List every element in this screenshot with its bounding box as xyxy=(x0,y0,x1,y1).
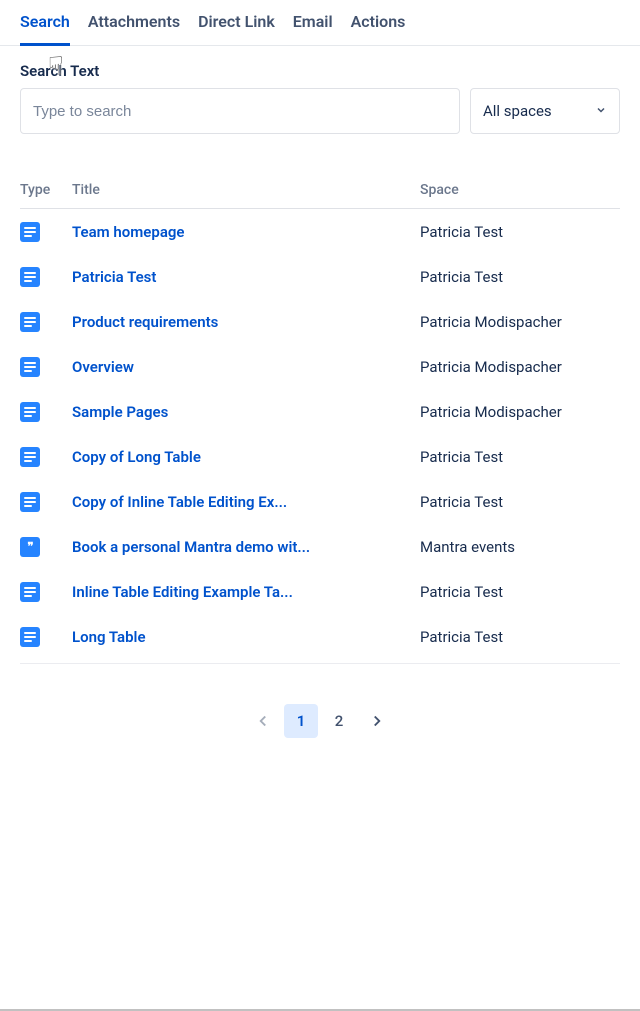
cell-type xyxy=(20,312,72,332)
page-next-button[interactable] xyxy=(360,704,394,738)
cell-type xyxy=(20,582,72,602)
page-icon xyxy=(20,312,40,332)
cell-title: Team homepage xyxy=(72,223,420,241)
cell-type xyxy=(20,447,72,467)
space-text: Patricia Test xyxy=(420,268,503,286)
page-icon xyxy=(20,627,40,647)
title-link[interactable]: Book a personal Mantra demo wit... xyxy=(72,538,410,556)
table-row: Copy of Inline Table Editing Ex... Patric… xyxy=(20,479,620,524)
space-text: Patricia Modispacher xyxy=(420,358,562,376)
tab-actions[interactable]: Actions xyxy=(351,12,406,46)
cell-space: Patricia Modispacher xyxy=(420,402,620,421)
title-link[interactable]: Copy of Inline Table Editing Ex... xyxy=(72,493,410,511)
tab-direct-link[interactable]: Direct Link xyxy=(198,12,275,46)
title-link[interactable]: Product requirements xyxy=(72,313,410,331)
table-row: Sample Pages Patricia Modispacher xyxy=(20,389,620,434)
table-body: Team homepagePatricia TestPatricia TestP… xyxy=(20,209,620,659)
cell-title: Patricia Test xyxy=(72,268,420,286)
header-space: Space xyxy=(420,182,620,198)
blog-icon: ❜❜ xyxy=(20,537,40,557)
space-text: Patricia Test xyxy=(420,223,503,241)
cell-type xyxy=(20,627,72,647)
cell-space: Patricia Modispacher xyxy=(420,312,620,331)
table-row: Product requirements Patricia Modispacher xyxy=(20,299,620,344)
cell-space: Patricia Test xyxy=(420,627,620,646)
chevron-down-icon xyxy=(595,102,607,120)
search-input[interactable] xyxy=(20,88,460,134)
space-text: Patricia Test xyxy=(420,448,503,466)
tab-search[interactable]: Search xyxy=(20,12,70,46)
page-icon xyxy=(20,402,40,422)
cell-space: Patricia Test xyxy=(420,267,620,286)
tab-attachments[interactable]: Attachments xyxy=(88,12,180,46)
table-divider xyxy=(20,663,620,664)
cell-title: Overview xyxy=(72,358,420,376)
cell-title: Copy of Inline Table Editing Ex... xyxy=(72,493,420,511)
page-prev-button[interactable] xyxy=(246,704,280,738)
cell-type xyxy=(20,267,72,287)
search-label: Search Text xyxy=(20,62,620,80)
space-text: Patricia Test xyxy=(420,628,503,646)
header-title: Title xyxy=(72,182,420,198)
cell-title: Long Table xyxy=(72,628,420,646)
cell-title: Product requirements xyxy=(72,313,420,331)
cell-type xyxy=(20,492,72,512)
cell-space: Mantra events xyxy=(420,537,620,556)
title-link[interactable]: Overview xyxy=(72,358,410,376)
title-link[interactable]: Inline Table Editing Example Ta... xyxy=(72,583,410,601)
header-type: Type xyxy=(20,182,72,198)
title-link[interactable]: Sample Pages xyxy=(72,403,410,421)
page-icon xyxy=(20,222,40,242)
table-header: Type Title Space xyxy=(20,182,620,209)
results-table: Type Title Space Team homepage Patricia T… xyxy=(20,182,620,664)
space-filter-select[interactable]: All spaces xyxy=(470,88,620,134)
space-text: Mantra events xyxy=(420,538,515,556)
tab-email[interactable]: Email xyxy=(293,12,333,46)
space-text: Patricia Test xyxy=(420,493,503,511)
space-filter-value: All spaces xyxy=(483,102,552,120)
table-row: ❜❜ Book a personal Mantra demo wit... Mant… xyxy=(20,524,620,569)
search-section: Search Text All spaces xyxy=(0,46,640,142)
pagination: 1 2 xyxy=(0,704,640,738)
cell-space: Patricia Test xyxy=(420,492,620,511)
title-link[interactable]: Long Table xyxy=(72,628,410,646)
title-link[interactable]: Team homepage xyxy=(72,223,410,241)
cell-space: Patricia Modispacher xyxy=(420,357,620,376)
table-row: Long Table Patricia Test xyxy=(20,614,620,659)
page-icon xyxy=(20,357,40,377)
table-row: Copy of Long Table Patricia Test xyxy=(20,434,620,479)
cell-title: Copy of Long Table xyxy=(72,448,420,466)
cell-space: Patricia Test xyxy=(420,447,620,466)
table-row: Inline Table Editing Example Ta... Patric… xyxy=(20,569,620,614)
cell-title: Sample Pages xyxy=(72,403,420,421)
space-text: Patricia Modispacher xyxy=(420,403,562,421)
table-row: Overview Patricia Modispacher xyxy=(20,344,620,389)
table-row: Patricia Test Patricia Test xyxy=(20,254,620,299)
title-link[interactable]: Patricia Test xyxy=(72,268,410,286)
title-link[interactable]: Copy of Long Table xyxy=(72,448,410,466)
space-text: Patricia Modispacher xyxy=(420,313,562,331)
cell-type xyxy=(20,222,72,242)
page-icon xyxy=(20,447,40,467)
page-1-button[interactable]: 1 xyxy=(284,704,318,738)
cell-type xyxy=(20,402,72,422)
tab-bar: Search Attachments Direct Link Email Act… xyxy=(0,0,640,46)
cell-space: Patricia Test xyxy=(420,582,620,601)
cell-title: Book a personal Mantra demo wit... xyxy=(72,538,420,556)
cell-type xyxy=(20,357,72,377)
page-icon xyxy=(20,582,40,602)
page-icon xyxy=(20,267,40,287)
table-row: Team homepage Patricia Test xyxy=(20,209,620,254)
space-text: Patricia Test xyxy=(420,583,503,601)
cell-space: Patricia Test xyxy=(420,222,620,241)
page-2-button[interactable]: 2 xyxy=(322,704,356,738)
cell-type: ❜❜ xyxy=(20,537,72,557)
cell-title: Inline Table Editing Example Ta... xyxy=(72,583,420,601)
page-icon xyxy=(20,492,40,512)
